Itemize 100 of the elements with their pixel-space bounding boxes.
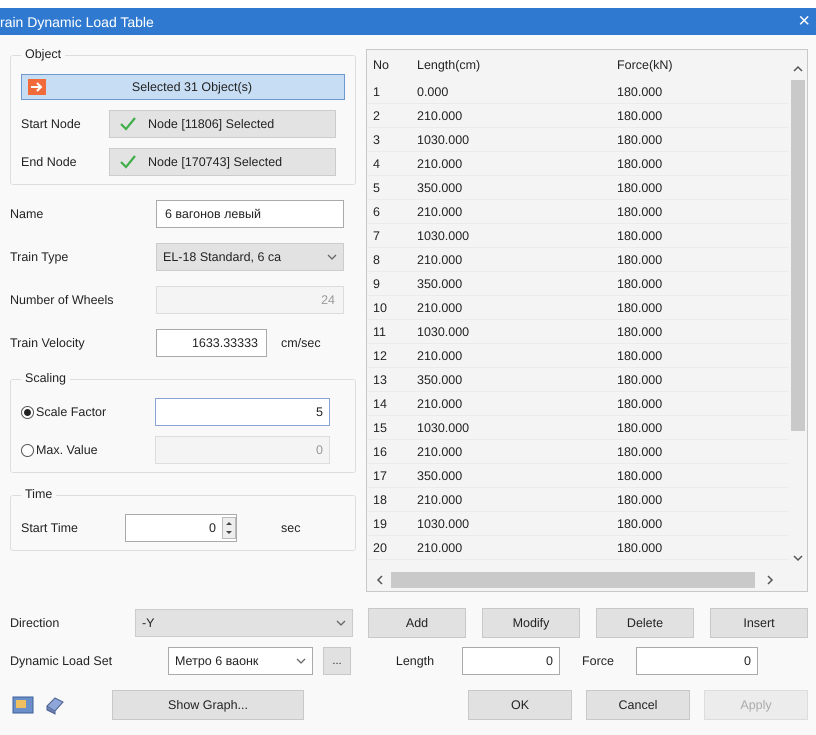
table-cell-text: 210.000: [416, 156, 464, 170]
table-cell-text: 180.000: [616, 324, 664, 338]
group-title: Object: [21, 47, 66, 61]
table-cell-text: 7: [372, 228, 381, 242]
browse-button[interactable]: ...: [323, 647, 351, 675]
dropdown[interactable]: -Y: [135, 609, 353, 637]
field-label: Train Velocity: [10, 336, 86, 350]
table-cell-text: 16: [372, 444, 388, 458]
table-cell-text: 13: [372, 372, 388, 386]
dropdown-caret-icon: [296, 657, 306, 665]
screen-icon[interactable]: [12, 694, 34, 716]
table-action-button[interactable]: Insert: [710, 608, 808, 638]
node-select-button[interactable]: Node [170743] Selected: [109, 148, 336, 176]
table-cell-text: 180.000: [616, 180, 664, 194]
table-cell-text: 210.000: [416, 108, 464, 122]
dialog-button[interactable]: Cancel: [586, 690, 690, 720]
dropdown-caret-icon: [336, 619, 346, 627]
input-field: 24: [156, 286, 344, 314]
table-cell-text: 210.000: [416, 252, 464, 266]
dropdown[interactable]: Метро 6 ваонк: [168, 647, 313, 675]
input-field: 0: [155, 436, 330, 464]
field-label: Number of Wheels: [10, 293, 115, 307]
node-select-button[interactable]: Node [11806] Selected: [109, 110, 336, 138]
table-cell-text: 180.000: [616, 396, 664, 410]
table-cell-text: 180.000: [616, 108, 664, 122]
table-cell-text: 8: [372, 252, 381, 266]
field-label: Name: [10, 207, 44, 221]
table-cell-text: 180.000: [616, 420, 664, 434]
column-header[interactable]: No: [367, 58, 411, 72]
radio-option[interactable]: Max. Value: [21, 443, 155, 457]
table-cell-text: 180.000: [616, 300, 664, 314]
input-field[interactable]: 0: [636, 647, 758, 675]
radio-option[interactable]: Scale Factor: [21, 405, 155, 419]
table-cell-text: 180.000: [616, 468, 664, 482]
table-cell-text: 1030.000: [416, 324, 470, 338]
dialog-button[interactable]: OK: [468, 690, 572, 720]
table-action-button[interactable]: Delete: [596, 608, 694, 638]
table-cell-text: 180.000: [616, 228, 664, 242]
table-cell-text: 210.000: [416, 540, 464, 554]
spin-field[interactable]: 0: [125, 514, 237, 542]
field-label: Dynamic Load Set: [10, 654, 114, 668]
column-header[interactable]: Force(kN): [611, 58, 789, 72]
table-cell-text: 18: [372, 492, 388, 506]
table-cell-text: 14: [372, 396, 388, 410]
table-cell-text: 1030.000: [416, 420, 470, 434]
table-cell-text: 180.000: [616, 492, 664, 506]
table-cell-text: 1030.000: [416, 228, 470, 242]
table-cell-text: 350.000: [416, 372, 464, 386]
table-cell-text: 210.000: [416, 396, 464, 410]
table-cell-text: 180.000: [616, 540, 664, 554]
table-cell-text: 350.000: [416, 276, 464, 290]
table-cell-text: 5: [372, 180, 381, 194]
table-cell-text: 180.000: [616, 132, 664, 146]
input-field[interactable]: 6 вагонов левый: [156, 200, 344, 228]
field-label: End Node: [21, 155, 78, 169]
dropdown: EL-18 Standard, 6 ca: [156, 243, 344, 271]
table-cell-text: 17: [372, 468, 388, 482]
table-cell-text: 180.000: [616, 156, 664, 170]
dropdown-caret-icon: [327, 253, 337, 261]
table-cell-text: 3: [372, 132, 381, 146]
close-button[interactable]: ×: [798, 10, 816, 33]
table-cell-text: 12: [372, 348, 388, 362]
table-cell-text: 11: [372, 324, 387, 338]
table-cell-text: 6: [372, 204, 381, 218]
table-cell-text: 350.000: [416, 468, 464, 482]
table-cell-text: 180.000: [616, 252, 664, 266]
table-cell-text: 210.000: [416, 300, 464, 314]
column-header[interactable]: Length(cm): [411, 58, 611, 72]
table-cell-text: 180.000: [616, 348, 664, 362]
table-cell-text: 20: [372, 540, 388, 554]
input-field[interactable]: 0: [462, 647, 560, 675]
table-action-button[interactable]: Modify: [482, 608, 580, 638]
table-cell-text: 10: [372, 300, 388, 314]
show-graph-button[interactable]: Show Graph...: [112, 690, 304, 720]
table-cell-text: 19: [372, 516, 388, 530]
field-label: Start Node: [21, 117, 82, 131]
field-label: Force: [581, 654, 615, 668]
input-field[interactable]: 5: [155, 398, 330, 426]
table-cell-text: 210.000: [416, 348, 464, 362]
table-cell-text: 180.000: [616, 372, 664, 386]
unit-label: sec: [281, 521, 300, 535]
select-objects-button[interactable]: Selected 31 Object(s): [21, 74, 345, 100]
scrollbar-thumb[interactable]: [391, 572, 755, 588]
table-cell-text: 210.000: [416, 204, 464, 218]
table-cell-text: 1030.000: [416, 132, 470, 146]
table-cell-text: 210.000: [416, 444, 464, 458]
window-title: rain Dynamic Load Table: [0, 14, 154, 30]
table-cell-text: 180.000: [616, 204, 664, 218]
table-action-button[interactable]: Add: [368, 608, 466, 638]
table-cell-text: 180.000: [616, 516, 664, 530]
field-label: Start Time: [21, 521, 79, 535]
scrollbar-thumb[interactable]: [791, 80, 805, 431]
field-label: Direction: [10, 616, 60, 630]
spinner-arrows-icon[interactable]: [222, 517, 236, 539]
table-cell-text: 0.000: [416, 84, 450, 98]
unit-label: cm/sec: [281, 336, 321, 350]
table-cell-text: 180.000: [616, 276, 664, 290]
table-cell-text: 350.000: [416, 180, 464, 194]
input-field[interactable]: 1633.33333: [156, 329, 267, 357]
table-cell-text: 1030.000: [416, 516, 470, 530]
